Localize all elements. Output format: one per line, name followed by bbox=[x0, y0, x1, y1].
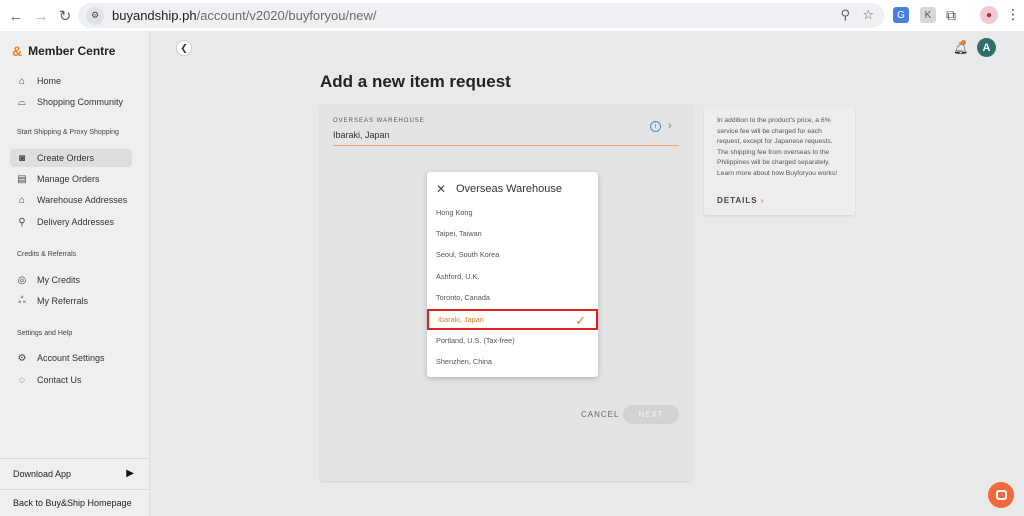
zoom-icon[interactable]: ⚲ bbox=[840, 7, 850, 23]
warehouse-field-underline bbox=[333, 145, 679, 146]
section-heading-shipping: Start Shipping & Proxy Shopping bbox=[17, 129, 119, 136]
forward-arrow-icon[interactable]: → bbox=[31, 6, 51, 26]
details-link[interactable]: DETAILS › bbox=[717, 196, 764, 205]
sidebar-item-label: My Credits bbox=[37, 275, 81, 285]
sidebar-item-label: Create Orders bbox=[37, 153, 95, 163]
next-button[interactable]: NEXT bbox=[623, 405, 679, 424]
page-title: Add a new item request bbox=[320, 72, 511, 91]
warehouse-option[interactable]: Shenzhen, China bbox=[427, 351, 598, 372]
sidebar-item-contact-us[interactable]: ◌ Contact Us bbox=[10, 371, 132, 389]
sidebar-item-label: Contact Us bbox=[37, 375, 82, 385]
extensions-puzzle-icon[interactable]: ⧉ bbox=[943, 7, 959, 23]
browser-menu-icon[interactable]: ⋮ bbox=[1006, 6, 1020, 23]
community-icon: ⌓ bbox=[18, 96, 26, 108]
buyandship-logo-icon: & bbox=[12, 43, 23, 59]
chevron-left-icon: ❮ bbox=[180, 42, 188, 53]
url-path: /account/v2020/buyforyou/new/ bbox=[196, 8, 377, 23]
chat-support-button[interactable] bbox=[988, 482, 1014, 508]
reload-icon[interactable]: ↻ bbox=[55, 6, 75, 26]
address-bar[interactable]: ⚙ buyandship.ph/account/v2020/buyforyou/… bbox=[78, 3, 884, 28]
warehouse-option[interactable]: Hong Kong bbox=[427, 202, 598, 223]
browser-profile-icon[interactable]: ● bbox=[980, 6, 998, 24]
close-icon[interactable]: ✕ bbox=[436, 182, 448, 196]
sidebar-item-my-credits[interactable]: ◎ My Credits bbox=[10, 271, 132, 289]
warehouse-field-label: OVERSEAS WAREHOUSE bbox=[333, 118, 425, 124]
warehouse-option[interactable]: Seoul, South Korea bbox=[427, 244, 598, 265]
sidebar-item-my-referrals[interactable]: ஃ My Referrals bbox=[10, 292, 132, 310]
site-info-icon[interactable]: ⚙ bbox=[86, 6, 104, 25]
credits-icon: ◎ bbox=[17, 274, 27, 286]
sidebar-item-label: Account Settings bbox=[37, 353, 105, 363]
service-fee-info-card: In addition to the product's price, a 6%… bbox=[704, 108, 855, 215]
info-icon[interactable]: i bbox=[650, 121, 661, 132]
warehouse-option-selected[interactable]: Ibaraki, Japan ✓ bbox=[427, 309, 598, 330]
chat-icon bbox=[995, 490, 1007, 500]
sidebar: & Member Centre ⌂ Home ⌓ Shopping Commun… bbox=[0, 31, 150, 516]
k-extension-icon[interactable]: K bbox=[920, 7, 936, 23]
warehouse-option-label: Ibaraki, Japan bbox=[438, 315, 484, 324]
cancel-button[interactable]: CANCEL bbox=[581, 410, 619, 419]
sidebar-item-warehouse-addresses[interactable]: ⌂ Warehouse Addresses bbox=[10, 191, 132, 209]
collapse-sidebar-button[interactable]: ❮ bbox=[176, 40, 192, 56]
dropdown-title: Overseas Warehouse bbox=[456, 183, 562, 195]
app-store-icons: ▶ bbox=[126, 468, 137, 479]
brand[interactable]: & Member Centre bbox=[12, 43, 115, 59]
section-heading-settings: Settings and Help bbox=[17, 330, 73, 337]
avatar[interactable]: A bbox=[977, 38, 996, 57]
bookmark-star-icon[interactable]: ☆ bbox=[862, 7, 874, 23]
checkmark-icon: ✓ bbox=[575, 313, 586, 328]
dropdown-header: ✕ Overseas Warehouse bbox=[436, 182, 562, 196]
contact-icon: ◌ bbox=[19, 374, 25, 386]
manage-orders-icon: ▤ bbox=[17, 173, 27, 185]
sidebar-item-label: Manage Orders bbox=[37, 174, 100, 184]
warehouse-icon: ⌂ bbox=[18, 194, 26, 206]
back-to-homepage-link[interactable]: Back to Buy&Ship Homepage bbox=[0, 489, 149, 516]
sidebar-item-account-settings[interactable]: ⚙ Account Settings bbox=[10, 349, 132, 367]
google-play-icon[interactable]: ▶ bbox=[126, 468, 137, 479]
sidebar-item-label: Warehouse Addresses bbox=[37, 195, 128, 205]
download-app-row[interactable]: Download App ▶ bbox=[0, 458, 149, 488]
sidebar-item-create-orders[interactable]: ◙ Create Orders bbox=[10, 149, 132, 167]
sidebar-item-label: Delivery Addresses bbox=[37, 217, 115, 227]
delivery-icon: ⚲ bbox=[18, 216, 26, 228]
warehouse-option[interactable]: Taipei, Taiwan bbox=[427, 223, 598, 244]
chevron-right-icon: › bbox=[760, 196, 765, 205]
warehouse-option[interactable]: Portland, U.S. (Tax-free) bbox=[427, 330, 598, 351]
referrals-icon: ஃ bbox=[18, 295, 26, 306]
sidebar-item-label: Home bbox=[37, 76, 62, 86]
url-host: buyandship.ph bbox=[112, 8, 197, 23]
browser-toolbar: ← → ↻ ⚙ buyandship.ph/account/v2020/buyf… bbox=[0, 0, 1024, 31]
url-text: buyandship.ph/account/v2020/buyforyou/ne… bbox=[112, 8, 377, 23]
sidebar-item-home[interactable]: ⌂ Home bbox=[10, 72, 132, 90]
notification-dot bbox=[961, 40, 966, 45]
sidebar-item-label: My Referrals bbox=[37, 296, 89, 306]
warehouse-dropdown: ✕ Overseas Warehouse Hong Kong Taipei, T… bbox=[427, 172, 598, 377]
warehouse-field-value[interactable]: Ibaraki, Japan bbox=[333, 130, 390, 140]
section-heading-credits: Credits & Referrals bbox=[17, 251, 77, 258]
sidebar-item-label: Shopping Community bbox=[37, 97, 124, 107]
sidebar-item-manage-orders[interactable]: ▤ Manage Orders bbox=[10, 170, 132, 188]
settings-icon: ⚙ bbox=[17, 352, 27, 364]
warehouse-option[interactable]: Toronto, Canada bbox=[427, 287, 598, 308]
sidebar-item-shopping-community[interactable]: ⌓ Shopping Community bbox=[10, 93, 132, 111]
translate-extension-icon[interactable]: G bbox=[893, 7, 909, 23]
chevron-right-icon[interactable]: › bbox=[668, 120, 672, 132]
download-app-label: Download App bbox=[13, 468, 72, 479]
home-icon: ⌂ bbox=[18, 75, 26, 87]
back-arrow-icon[interactable]: ← bbox=[6, 6, 26, 26]
brand-title: Member Centre bbox=[28, 44, 116, 58]
create-orders-icon: ◙ bbox=[18, 152, 26, 164]
service-fee-info-text: In addition to the product's price, a 6%… bbox=[717, 117, 838, 177]
sidebar-item-delivery-addresses[interactable]: ⚲ Delivery Addresses bbox=[10, 213, 132, 231]
warehouse-option[interactable]: Ashford, U.K. bbox=[427, 266, 598, 287]
details-label: DETAILS bbox=[717, 196, 758, 205]
